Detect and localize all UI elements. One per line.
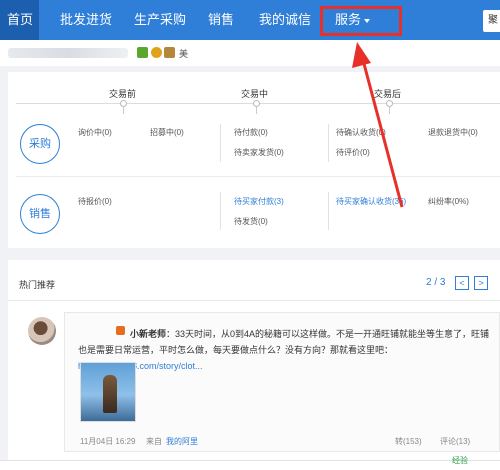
row-divider (16, 176, 500, 177)
nav-home[interactable]: 首页 (0, 0, 39, 40)
blurred-username (8, 48, 128, 58)
post-text: 小新老师：33天时间，从0到4A的秘籍可以这样做。不是一开通旺铺就能坐等生意了，… (78, 326, 490, 374)
bottom-strip (0, 460, 500, 470)
purchase-button[interactable]: 采购 (20, 124, 60, 164)
post-source-link[interactable]: 我的阿里 (166, 436, 198, 447)
pager-indicator: 2 / 3 (426, 277, 446, 288)
verified-badge-icon (137, 47, 148, 58)
avatar[interactable] (28, 317, 56, 345)
pager-prev-button[interactable]: < (455, 276, 469, 290)
crown-badge-icon (164, 47, 175, 58)
pending-shipment[interactable]: 待发货(0) (234, 216, 268, 227)
user-info-bar: 美 (0, 40, 500, 66)
hot-recommend-title: 热门推荐 (19, 280, 56, 290)
pending-seller-shipment[interactable]: 待卖家发货(0) (234, 147, 284, 158)
top-nav: 首页 批发进货 生产采购 销售 我的诚信 服务 聚 (0, 0, 500, 40)
timeline-stem (123, 107, 124, 114)
pending-receipt[interactable]: 待确认收货(0) (336, 127, 386, 138)
nav-wholesale[interactable]: 批发进货 (60, 0, 112, 40)
divider (220, 124, 221, 162)
shield-badge-icon (151, 47, 162, 58)
timeline-dot (120, 100, 127, 107)
highlight-box (320, 6, 402, 36)
pager-next-button[interactable]: > (474, 276, 488, 290)
divider (8, 300, 500, 301)
stage-during: 交易中 (241, 89, 269, 99)
stage-before: 交易前 (109, 89, 137, 99)
timeline-dot (253, 100, 260, 107)
tower-image (103, 375, 117, 413)
forward-count[interactable]: 转(153) (395, 436, 422, 447)
trade-status-panel: 交易前 交易中 交易后 采购 询价中(0) 招募中(0) 待付款(0) 待卖家发… (8, 72, 500, 248)
user-extra-text: 美 (179, 49, 189, 59)
stage-after: 交易后 (374, 89, 402, 99)
inquiry-status[interactable]: 询价中(0) (78, 127, 112, 138)
nav-production-purchase[interactable]: 生产采购 (134, 0, 186, 40)
post-source-label: 来自 (146, 437, 162, 446)
pending-buyer-payment[interactable]: 待买家付款(3) (234, 196, 284, 207)
post-thumbnail[interactable] (80, 362, 136, 422)
comment-count[interactable]: 评论(13) (440, 436, 470, 447)
nav-my-credit[interactable]: 我的诚信 (259, 0, 311, 40)
pending-payment[interactable]: 待付款(0) (234, 127, 268, 138)
timeline-stem (389, 107, 390, 114)
refund-status[interactable]: 退款退货中(0) (428, 127, 478, 138)
timeline-dot (386, 100, 393, 107)
pending-quote[interactable]: 待报价(0) (78, 196, 112, 207)
dispute-rate[interactable]: 纠纷率(0%) (428, 196, 469, 207)
pending-review[interactable]: 待评价(0) (336, 147, 370, 158)
watermark: 经验 (452, 456, 468, 465)
top-right-button[interactable]: 聚 (483, 10, 500, 32)
divider (220, 192, 221, 230)
divider (328, 192, 329, 230)
sales-button[interactable]: 销售 (20, 194, 60, 234)
pending-buyer-receipt[interactable]: 待买家确认收货(36) (336, 196, 406, 207)
divider (328, 124, 329, 162)
recruiting-status[interactable]: 招募中(0) (150, 127, 184, 138)
post-author[interactable]: 小新老师 (130, 329, 166, 339)
post-date: 11月04日 16:29 (80, 437, 136, 446)
timeline-stem (256, 107, 257, 114)
nav-sales[interactable]: 销售 (208, 0, 234, 40)
